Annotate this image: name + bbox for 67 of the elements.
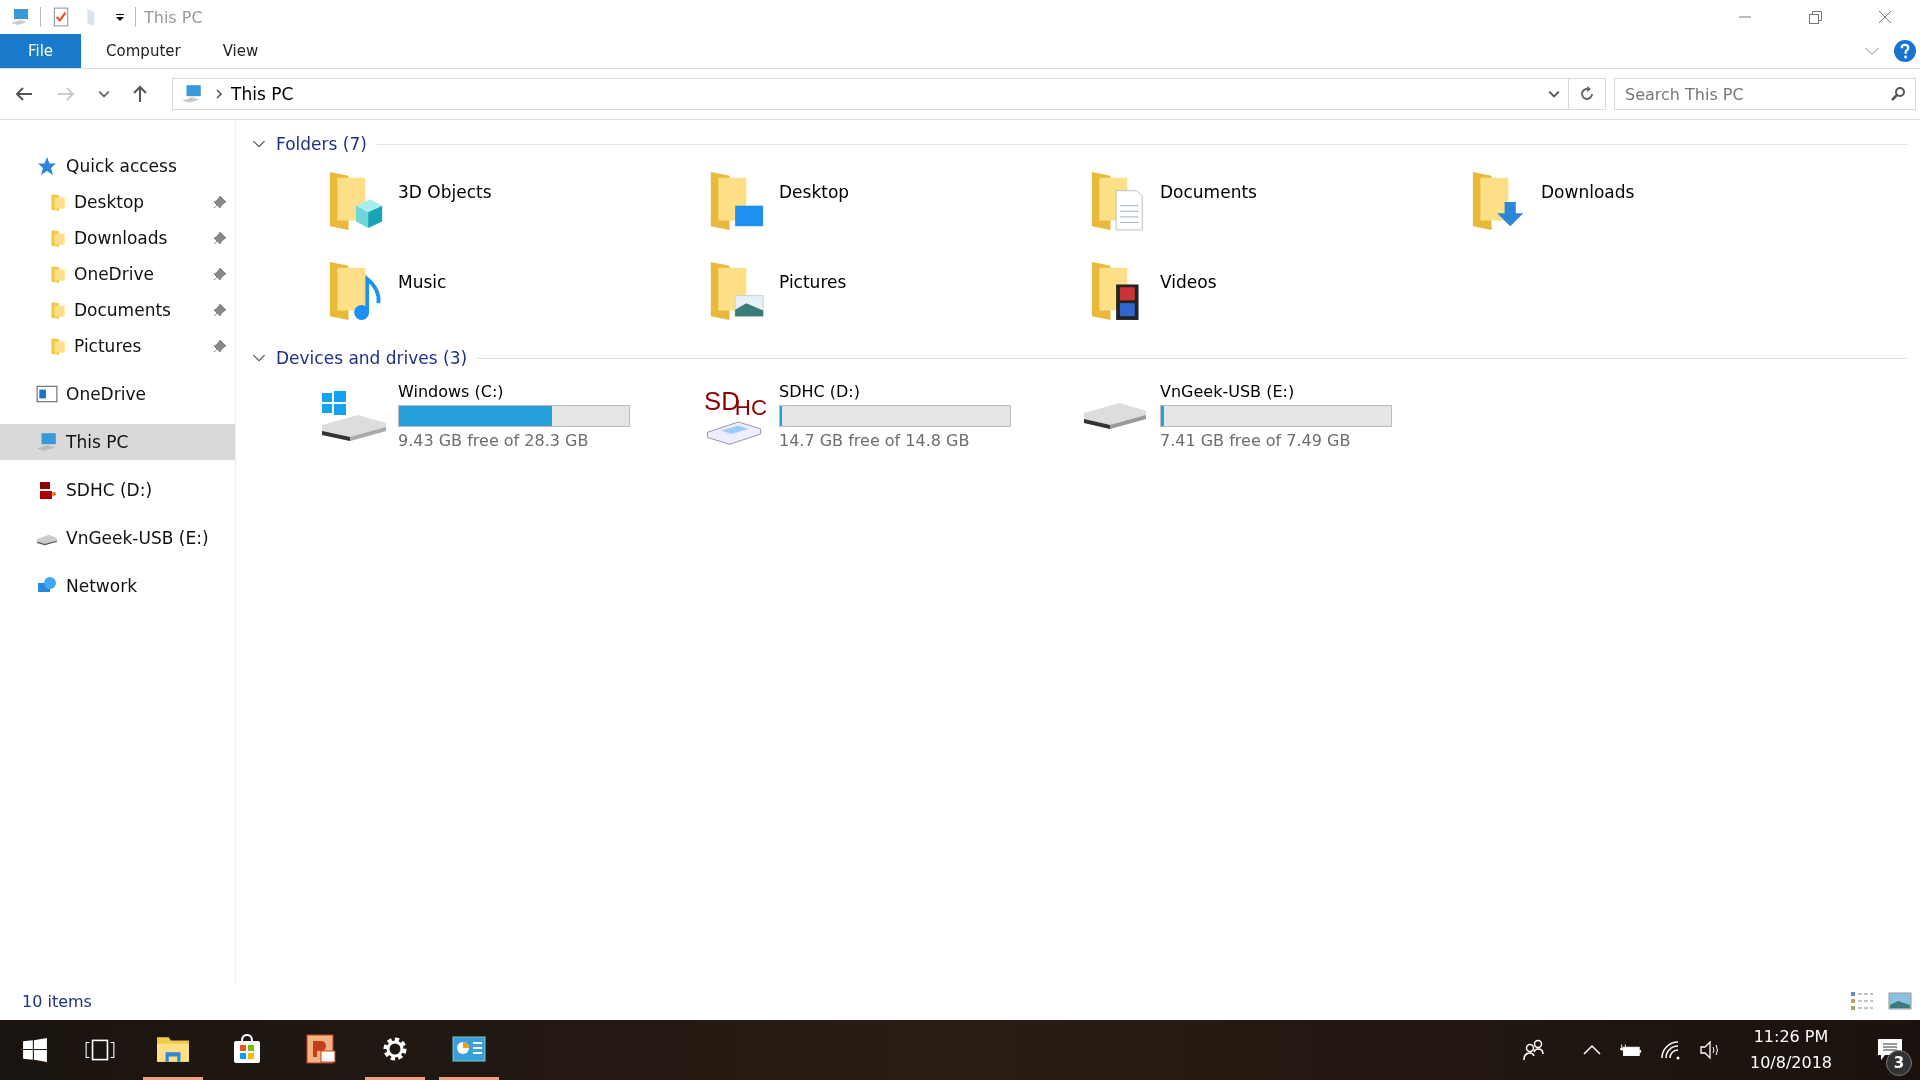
computer-icon — [181, 84, 203, 104]
task-view-icon[interactable] — [84, 1037, 116, 1063]
computer-icon — [10, 7, 30, 27]
people-icon[interactable] — [1521, 1038, 1546, 1062]
collapse-chevron-icon[interactable] — [252, 139, 266, 149]
large-icons-view-icon[interactable] — [1888, 991, 1912, 1011]
folder-icon — [50, 228, 66, 248]
sidebar-item[interactable]: This PC — [0, 424, 235, 460]
pin-icon[interactable] — [213, 339, 227, 353]
recent-chevron-icon[interactable] — [98, 88, 110, 100]
sidebar-item[interactable]: SDHC (D:) — [0, 472, 235, 508]
refresh-icon[interactable] — [1579, 86, 1595, 102]
folder-tile[interactable]: Videos — [1090, 258, 1471, 330]
folder-icon — [50, 264, 66, 284]
help-icon[interactable] — [1894, 40, 1916, 62]
drive-tile[interactable]: VnGeek-USB (E:) 7.41 GB free of 7.49 GB — [1080, 382, 1461, 450]
group-header[interactable]: Devices and drives (3) — [276, 348, 468, 368]
sidebar-item[interactable]: Downloads — [0, 220, 235, 256]
ribbon-tab[interactable]: Computer — [85, 34, 202, 68]
pin-icon[interactable] — [213, 231, 227, 245]
presentation-icon — [304, 1032, 338, 1065]
notification-badge: 3 — [1886, 1050, 1912, 1076]
window-icon — [36, 384, 58, 404]
sidebar-item[interactable]: Documents — [0, 292, 235, 328]
sd-card-icon — [707, 421, 761, 445]
chevron-up-icon[interactable] — [1581, 1043, 1602, 1057]
sidebar-item[interactable]: OneDrive — [0, 256, 235, 292]
drive-tile[interactable]: Windows (C:) 9.43 GB free of 28.3 GB — [318, 382, 699, 450]
sidebar-item[interactable]: OneDrive — [0, 376, 235, 412]
folder-tile[interactable]: Pictures — [709, 258, 1090, 330]
ribbon-tab[interactable]: File — [0, 34, 82, 68]
address-bar[interactable]: This PC — [172, 78, 1606, 110]
pin-icon[interactable] — [213, 195, 227, 209]
folder-icon — [50, 192, 66, 212]
chevron-right-icon — [215, 89, 223, 99]
folder-tile[interactable]: Desktop — [709, 168, 1090, 240]
folder-icon — [50, 300, 66, 320]
search-field[interactable]: Search This PC — [1614, 78, 1916, 110]
pin-icon[interactable] — [213, 267, 227, 281]
dropdown-icon[interactable] — [115, 12, 125, 22]
sidebar-item[interactable]: VnGeek-USB (E:) — [0, 520, 235, 556]
clock[interactable]: 11:26 PM 10/8/2018 — [1749, 1024, 1832, 1076]
folder-tile[interactable]: Music — [328, 258, 709, 330]
details-view-icon[interactable] — [1850, 991, 1874, 1011]
sidebar-item[interactable]: Quick access — [0, 148, 235, 184]
folder-tile[interactable]: Documents — [1090, 168, 1471, 240]
window-title: This PC — [144, 7, 203, 27]
group-header[interactable]: Folders (7) — [276, 134, 367, 154]
folder-tile[interactable]: Downloads — [1471, 168, 1852, 240]
sidebar-item[interactable]: Pictures — [0, 328, 235, 364]
pin-icon[interactable] — [213, 303, 227, 317]
ribbon-tab[interactable]: View — [201, 34, 280, 68]
properties-icon[interactable] — [51, 7, 71, 27]
drive-icon — [1083, 402, 1147, 430]
close-icon[interactable] — [1877, 9, 1893, 25]
chevron-down-icon[interactable] — [1548, 88, 1560, 100]
search-icon — [1890, 86, 1906, 102]
folder-icon — [50, 336, 66, 356]
star-icon — [36, 156, 58, 176]
sidebar-item[interactable]: Desktop — [0, 184, 235, 220]
item-count: 10 items — [22, 991, 92, 1011]
sidebar-item[interactable]: Network — [0, 568, 235, 604]
start-icon[interactable] — [22, 1037, 48, 1063]
folder-tile[interactable]: 3D Objects — [328, 168, 709, 240]
restore-icon[interactable] — [1807, 9, 1823, 25]
collapse-chevron-icon[interactable] — [252, 353, 266, 363]
computer-icon — [36, 432, 58, 452]
